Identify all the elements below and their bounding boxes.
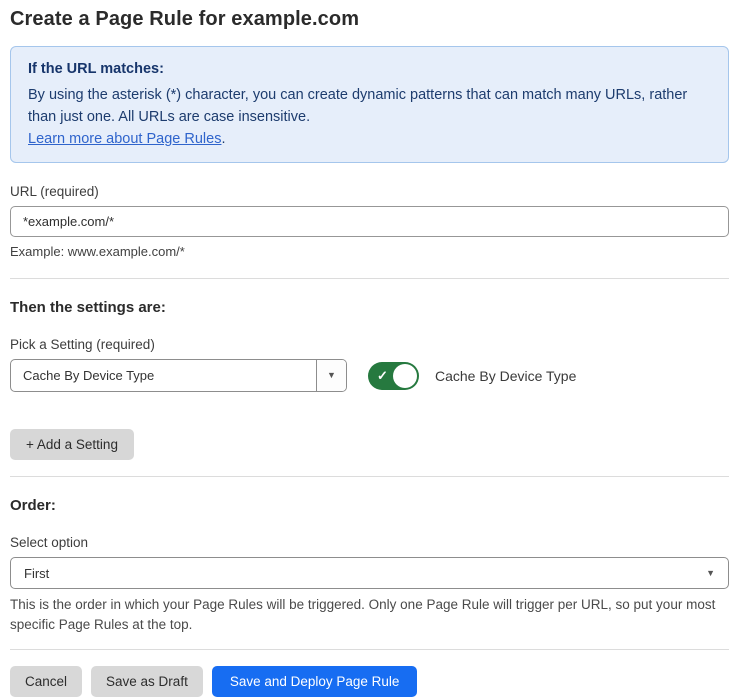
check-icon: ✓: [377, 369, 388, 382]
select-option-label: Select option: [10, 535, 729, 550]
save-and-deploy-button[interactable]: Save and Deploy Page Rule: [212, 666, 418, 697]
info-box-heading: If the URL matches:: [28, 58, 711, 80]
info-box-body: By using the asterisk (*) character, you…: [28, 84, 711, 128]
divider-order-actions: [10, 649, 729, 650]
divider-url-settings: [10, 278, 729, 279]
add-setting-button[interactable]: + Add a Setting: [10, 429, 134, 460]
setting-row: Cache By Device Type ▼ ✓ Cache By Device…: [10, 359, 729, 392]
order-select-value: First: [24, 566, 49, 581]
actions-row: Cancel Save as Draft Save and Deploy Pag…: [10, 666, 729, 697]
order-select[interactable]: First ▼: [10, 557, 729, 589]
cancel-button[interactable]: Cancel: [10, 666, 82, 697]
url-field-label: URL (required): [10, 184, 729, 199]
pick-setting-label: Pick a Setting (required): [10, 337, 729, 352]
info-box-link-line: Learn more about Page Rules.: [28, 128, 711, 150]
url-field-hint: Example: www.example.com/*: [10, 244, 729, 259]
order-section-heading: Order:: [10, 497, 729, 514]
chevron-down-icon: ▼: [327, 371, 336, 380]
save-as-draft-button[interactable]: Save as Draft: [91, 666, 203, 697]
cache-by-device-type-toggle[interactable]: ✓: [368, 362, 419, 390]
setting-dropdown-arrow-button[interactable]: ▼: [316, 360, 346, 391]
url-match-info-box: If the URL matches: By using the asteris…: [10, 46, 729, 163]
toggle-knob: [393, 364, 417, 388]
setting-dropdown[interactable]: Cache By Device Type ▼: [10, 359, 347, 392]
order-help-text: This is the order in which your Page Rul…: [10, 595, 722, 635]
chevron-down-icon: ▼: [706, 569, 715, 578]
divider-settings-order: [10, 476, 729, 477]
url-input[interactable]: [10, 206, 729, 237]
link-suffix: .: [221, 131, 225, 147]
learn-more-link[interactable]: Learn more about Page Rules: [28, 131, 221, 147]
toggle-label: Cache By Device Type: [435, 368, 576, 384]
settings-section-heading: Then the settings are:: [10, 299, 729, 316]
page-title: Create a Page Rule for example.com: [10, 8, 729, 31]
setting-dropdown-value: Cache By Device Type: [11, 360, 316, 391]
